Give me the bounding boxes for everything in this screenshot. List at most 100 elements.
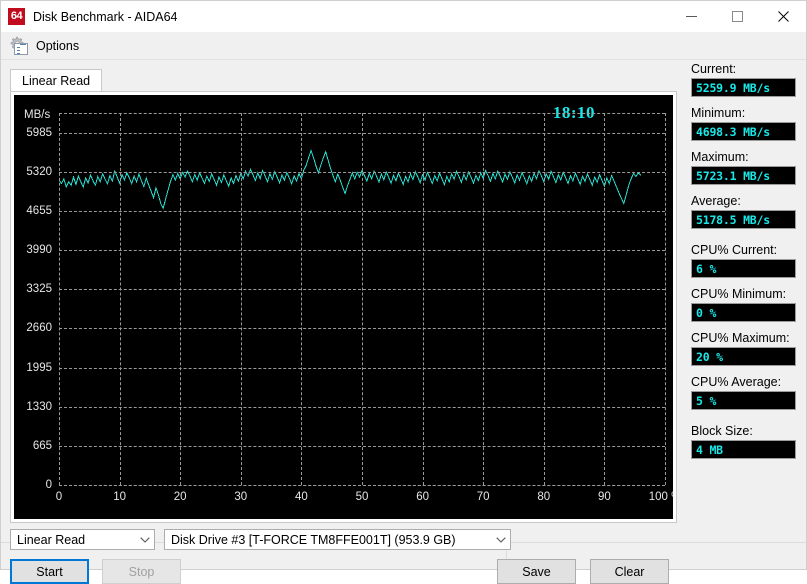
stat-label: CPU% Maximum: [691, 331, 790, 345]
stat-average: Average: 5178.5 MB/s [691, 194, 796, 229]
gridline-horizontal [59, 485, 665, 486]
controls-area: Linear Read Disk Drive #3 [T-FORCE TM8FF… [10, 529, 684, 584]
y-axis-tick-label: 2660 [26, 322, 52, 335]
stat-value: 5723.1 MB/s [691, 166, 796, 185]
stat-cpu-maximum: CPU% Maximum: 20 % [691, 331, 796, 366]
stat-block-size: Block Size: 4 MB [691, 424, 796, 459]
x-axis-tick-label: 20 [173, 491, 187, 503]
y-axis-unit-label: MB/s [24, 109, 51, 121]
statistics-sidebar: Current: 5259.9 MB/s Minimum: 4698.3 MB/s Ma… [684, 60, 806, 542]
stat-value: 20 % [691, 347, 796, 366]
clear-button[interactable]: Clear [590, 559, 669, 584]
stat-label: CPU% Current: [691, 243, 778, 257]
disk-drive-value: Disk Drive #3 [T-FORCE TM8FFE001T] (953.… [171, 532, 456, 547]
x-axis-tick-label: 50 [355, 491, 369, 503]
stat-cpu-average: CPU% Average: 5 % [691, 375, 796, 410]
selectors-row: Linear Read Disk Drive #3 [T-FORCE TM8FF… [10, 529, 684, 550]
close-icon[interactable] [760, 1, 806, 32]
x-axis-tick-label: 0 [55, 491, 63, 503]
stat-value: 5259.9 MB/s [691, 78, 796, 97]
aida64-app-icon: 64 [8, 8, 25, 25]
window-buttons [668, 1, 806, 32]
stat-label: Block Size: [691, 424, 753, 438]
gridline-vertical [665, 113, 666, 485]
chevron-down-icon [492, 536, 510, 543]
stat-value: 6 % [691, 259, 796, 278]
start-label: Start [36, 564, 63, 579]
stop-label: Stop [128, 564, 155, 579]
stat-maximum: Maximum: 5723.1 MB/s [691, 150, 796, 185]
options-gear-icon [9, 36, 29, 56]
stat-value: 4698.3 MB/s [691, 122, 796, 141]
clear-label: Clear [614, 564, 645, 579]
x-axis-tick-label: 70 [476, 491, 490, 503]
window-title: Disk Benchmark - AIDA64 [33, 9, 178, 24]
stat-value: 5178.5 MB/s [691, 210, 796, 229]
benchmark-mode-value: Linear Read [17, 532, 86, 547]
stat-value: 4 MB [691, 440, 796, 459]
tab-strip: Linear Read [10, 68, 103, 92]
x-axis-tick-label: 80 [537, 491, 551, 503]
y-axis-tick-label: 665 [32, 439, 52, 452]
benchmark-mode-select[interactable]: Linear Read [10, 529, 155, 550]
title-bar: 64 Disk Benchmark - AIDA64 [1, 1, 806, 32]
x-axis-tick-label: 60 [416, 491, 429, 503]
plot-bottom-axis [59, 485, 665, 486]
left-pane: Linear Read MB/s 18:10 0 665 1330 1995 2660 3… [1, 60, 684, 584]
stat-label: Maximum: [691, 150, 749, 164]
disk-drive-select[interactable]: Disk Drive #3 [T-FORCE TM8FFE001T] (953.… [164, 529, 511, 550]
maximize-icon[interactable] [714, 1, 760, 32]
y-axis-tick-label: 3325 [26, 283, 52, 296]
y-axis-tick-label: 3990 [26, 244, 52, 257]
stat-value: 0 % [691, 303, 796, 322]
save-button[interactable]: Save [497, 559, 576, 584]
stat-cpu-current: CPU% Current: 6 % [691, 243, 796, 278]
stat-label: Minimum: [691, 106, 746, 120]
stat-label: Current: [691, 62, 737, 76]
stop-button: Stop [102, 559, 181, 584]
chart-panel: MB/s 18:10 0 665 1330 1995 2660 3325 3990 4655 5… [10, 91, 677, 523]
x-axis-tick-label: 90 [597, 491, 611, 503]
tab-linear-read[interactable]: Linear Read [10, 69, 103, 92]
toolbar: Options [1, 32, 806, 60]
stat-current: Current: 5259.9 MB/s [691, 62, 796, 97]
minimize-icon[interactable] [668, 1, 714, 32]
x-axis-tick-label: 40 [294, 491, 308, 503]
y-axis-tick-label: 1330 [26, 400, 52, 413]
options-label: Options [36, 38, 80, 53]
save-label: Save [522, 564, 551, 579]
stat-minimum: Minimum: 4698.3 MB/s [691, 106, 796, 141]
read-speed-trace [59, 149, 642, 210]
y-axis-tick-label: 0 [45, 479, 52, 491]
stat-label: CPU% Average: [691, 375, 782, 389]
action-buttons-row: Start Stop Save Clear [10, 559, 669, 584]
plot-area: 0 665 1330 1995 2660 3325 3990 4655 5320 5985 0 10 2… [26, 113, 673, 503]
stat-label: Average: [691, 194, 741, 208]
options-list-icon [14, 42, 28, 55]
stat-cpu-minimum: CPU% Minimum: 0 % [691, 287, 796, 322]
stat-value: 5 % [691, 391, 796, 410]
y-axis-tick-label: 5320 [26, 165, 52, 178]
tab-label: Linear Read [22, 74, 91, 88]
x-axis-tick-label: 10 [113, 491, 126, 503]
main-body: Linear Read MB/s 18:10 0 665 1330 1995 2660 3… [1, 60, 806, 584]
disk-benchmark-window: 64 Disk Benchmark - AIDA64 Options Linea… [0, 0, 807, 584]
benchmark-chart: MB/s 18:10 0 665 1330 1995 2660 3325 3990 4655 5… [14, 95, 673, 519]
y-axis-tick-label: 5985 [26, 126, 52, 139]
chevron-down-icon [136, 536, 154, 543]
y-axis-tick-label: 1995 [26, 361, 52, 374]
y-axis-tick-label: 4655 [26, 204, 52, 217]
stat-label: CPU% Minimum: [691, 287, 787, 301]
options-button[interactable]: Options [1, 33, 87, 58]
start-button[interactable]: Start [10, 559, 89, 584]
x-axis-tick-label: 30 [234, 491, 248, 503]
x-axis-tick-label: 100 % [648, 491, 673, 503]
